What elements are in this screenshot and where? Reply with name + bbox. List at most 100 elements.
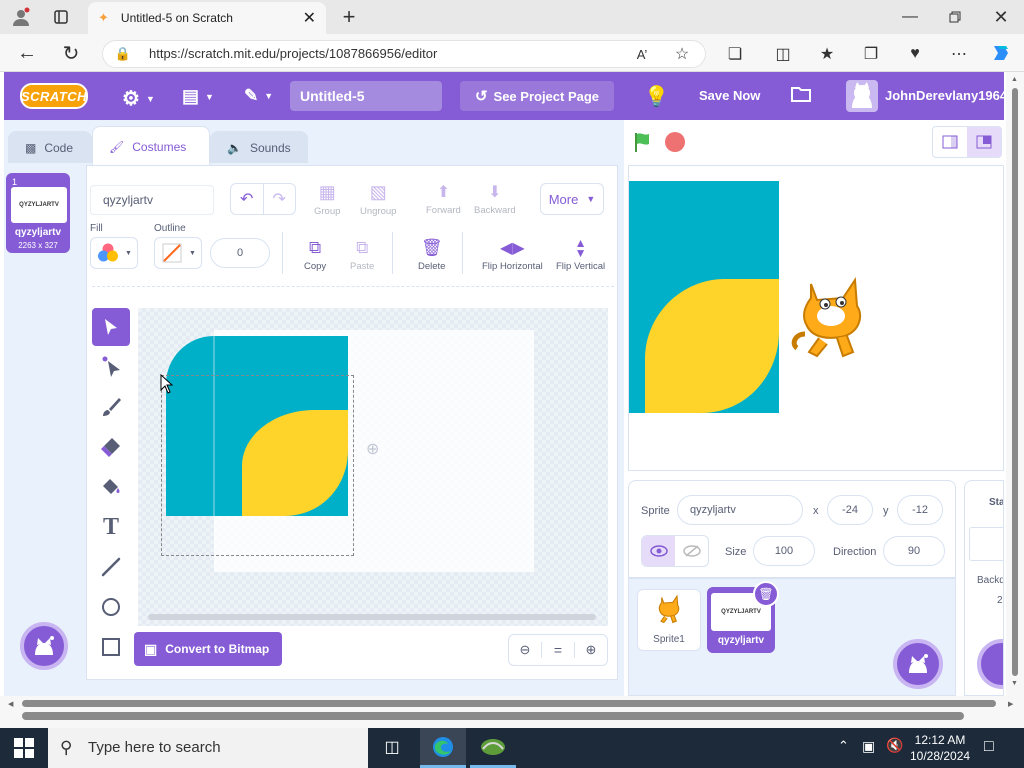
outer-horizontal-scroll-thumb[interactable] [22, 700, 996, 707]
fill-tool[interactable] [92, 468, 130, 506]
windows-start-icon[interactable] [14, 738, 34, 758]
ungroup-button[interactable]: ▧ Ungroup [360, 182, 396, 217]
split-screen-icon[interactable]: ◫ [770, 41, 796, 67]
direction-input[interactable]: 90 [883, 536, 945, 566]
more-menu-button[interactable]: More ▼ [540, 183, 604, 215]
line-tool[interactable] [92, 548, 130, 586]
browser-essentials-icon[interactable]: ♥ [902, 41, 928, 67]
app-taskbar-icon[interactable] [470, 728, 516, 768]
circle-tool[interactable] [92, 588, 130, 626]
selection-box[interactable] [161, 375, 354, 556]
fill-color-picker[interactable]: ▼ [90, 237, 138, 269]
normal-stage-icon[interactable] [967, 127, 1001, 157]
file-menu[interactable]: ▤ ▼ [182, 86, 214, 107]
eraser-tool[interactable] [92, 428, 130, 466]
sprite-name-input[interactable]: qyzyljartv [677, 495, 803, 525]
my-stuff-folder-icon[interactable] [790, 84, 812, 104]
show-eye-icon[interactable] [642, 536, 675, 566]
volume-muted-icon[interactable]: 🔇 [886, 737, 903, 754]
minimize-icon[interactable]: — [897, 4, 923, 30]
stage-target-pane[interactable]: Stag Backd 2 [964, 480, 1004, 696]
close-tab-icon[interactable]: ✕ [303, 8, 316, 28]
username-menu[interactable]: JohnDerevlany1964 [885, 88, 1007, 103]
tab-sounds[interactable]: 🔈 Sounds [210, 131, 308, 163]
y-input[interactable]: -12 [897, 495, 943, 525]
save-now-button[interactable]: Save Now [699, 88, 760, 103]
url-field[interactable]: https://scratch.mit.edu/projects/1087866… [102, 40, 706, 68]
select-tool[interactable] [92, 308, 130, 346]
show-hidden-icons-icon[interactable]: ⌃ [838, 738, 849, 754]
outline-width-input[interactable]: 0 [210, 238, 270, 268]
zoom-out-icon[interactable]: ⊖ [509, 642, 542, 658]
close-window-icon[interactable]: ✕ [988, 4, 1014, 30]
tab-code[interactable]: ▩ Code [8, 131, 92, 163]
size-input[interactable]: 100 [753, 536, 815, 566]
convert-to-bitmap-button[interactable]: ▣ Convert to Bitmap [134, 632, 282, 666]
group-button[interactable]: ▦ Group [314, 182, 340, 217]
vertical-scrollbar[interactable]: ▲ ▼ [1006, 72, 1024, 696]
brush-tool[interactable] [92, 388, 130, 426]
edit-menu[interactable]: ✎ ▼ [244, 86, 273, 106]
see-project-page-button[interactable]: ↺ See Project Page [460, 81, 614, 111]
extensions-icon[interactable]: ❏ [722, 41, 748, 67]
delete-button[interactable]: 🗑 Delete [418, 238, 445, 272]
profile-icon[interactable] [8, 4, 34, 30]
new-tab-icon[interactable]: + [336, 4, 362, 30]
stage[interactable] [628, 165, 1004, 471]
zoom-reset-button[interactable]: = [542, 642, 575, 658]
tab-actions-icon[interactable] [48, 4, 74, 30]
delete-sprite-icon[interactable]: 🗑 [753, 581, 779, 607]
redo-icon[interactable]: ↷ [264, 184, 296, 214]
task-view-icon[interactable]: ◫ [380, 736, 404, 760]
network-icon[interactable]: ▣ [862, 738, 875, 755]
x-input[interactable]: -24 [827, 495, 873, 525]
theme-bulb-icon[interactable]: 💡 [644, 84, 669, 109]
zoom-in-icon[interactable]: ⊕ [575, 642, 607, 658]
small-stage-icon[interactable] [933, 135, 967, 149]
edge-taskbar-icon[interactable] [420, 728, 466, 768]
system-clock[interactable]: 12:12 AM 10/28/2024 [910, 732, 970, 764]
rectangle-tool[interactable] [92, 628, 130, 666]
add-costume-button[interactable] [20, 622, 68, 670]
add-sprite-button[interactable] [893, 639, 943, 689]
project-title-input[interactable]: Untitled-5 [290, 81, 442, 111]
taskbar-search-input[interactable]: ⚲ Type here to search [48, 728, 368, 768]
scratch-logo[interactable]: SCRATCH [20, 83, 88, 109]
costume-item[interactable]: 1 QYZYLJARTV qyzyljartv 2263 x 327 [6, 173, 70, 253]
tab-costumes[interactable]: 🖌 Costumes [92, 126, 210, 166]
back-icon[interactable]: ← [14, 40, 40, 66]
flip-horizontal-button[interactable]: ◀▶ Flip Horizontal [482, 238, 543, 272]
site-info-icon[interactable]: 🔒 [110, 41, 136, 67]
collections-icon[interactable]: ❐ [858, 41, 884, 67]
add-backdrop-button[interactable] [977, 639, 1003, 689]
backward-button[interactable]: ⬇ Backward [474, 182, 516, 216]
vertical-scroll-thumb[interactable] [1012, 88, 1018, 676]
green-flag-icon[interactable] [632, 131, 654, 153]
notifications-icon[interactable]: □ [984, 738, 994, 756]
copilot-icon[interactable] [988, 40, 1014, 66]
restore-icon[interactable] [942, 4, 968, 30]
sprite-tile[interactable]: Sprite1 [637, 589, 701, 651]
flip-vertical-button[interactable]: ▲ ▼ Flip Vertical [556, 237, 605, 272]
hide-eye-icon[interactable] [675, 545, 708, 557]
forward-button[interactable]: ⬆ Forward [426, 182, 461, 216]
undo-icon[interactable]: ↶ [231, 184, 264, 214]
paste-button[interactable]: ⧉ Paste [350, 238, 374, 272]
favorites-icon[interactable]: ★ [814, 41, 840, 67]
horizontal-scroll-thumb[interactable] [22, 712, 964, 720]
stop-sign-icon[interactable] [665, 132, 685, 152]
browser-tab[interactable]: ✦ Untitled-5 on Scratch ✕ [88, 2, 326, 34]
favorite-star-icon[interactable]: ☆ [669, 41, 695, 67]
user-avatar[interactable] [846, 80, 878, 112]
refresh-icon[interactable]: ↻ [58, 40, 84, 66]
paint-canvas[interactable]: ⊕ [138, 308, 608, 626]
settings-menu[interactable]: ⚙ ▼ [122, 86, 155, 111]
text-tool[interactable]: T [92, 508, 130, 546]
outline-color-picker[interactable]: ▼ [154, 237, 202, 269]
read-aloud-icon[interactable]: A’ [629, 41, 655, 67]
more-options-icon[interactable]: ⋯ [946, 41, 972, 67]
canvas-horizontal-scrollbar[interactable] [148, 614, 596, 620]
reshape-tool[interactable] [92, 348, 130, 386]
costume-name-input[interactable]: qyzyljartv [90, 185, 214, 215]
copy-button[interactable]: ⧉ Copy [304, 238, 326, 272]
